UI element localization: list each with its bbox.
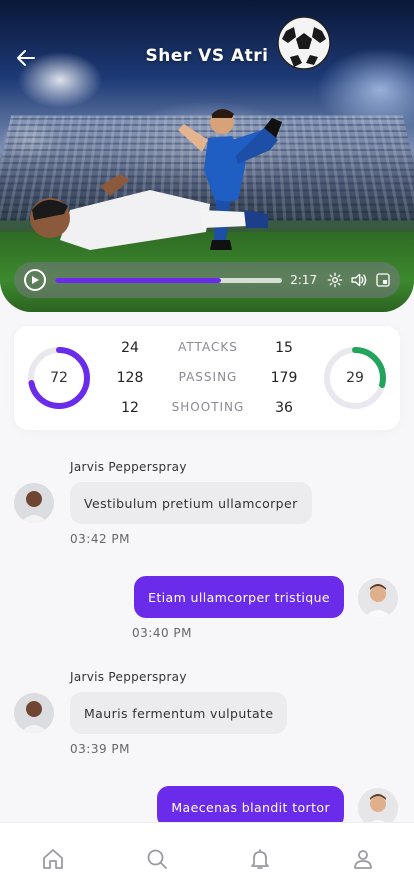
settings-button[interactable] — [326, 271, 344, 289]
volume-icon — [351, 273, 367, 287]
message-bubble[interactable]: Etiam ullamcorper tristique — [134, 576, 344, 618]
progress-bar[interactable] — [54, 277, 283, 283]
avatar[interactable] — [14, 693, 54, 733]
match-stats-card: 72 29 24 ATTACKS 15 128 PASSING 179 12 S… — [14, 326, 400, 430]
play-icon — [31, 276, 39, 284]
player-sliding-image — [30, 174, 268, 250]
bell-icon — [251, 849, 269, 869]
message-bubble[interactable]: Mauris fermentum vulputate — [70, 692, 288, 734]
home-shooting: 12 — [121, 400, 139, 416]
video-hero[interactable]: Sher VS Atri 2:17 — [0, 0, 414, 312]
home-passing: 128 — [116, 370, 144, 386]
message-bubble[interactable]: Vestibulum pretium ullamcorper — [70, 482, 312, 524]
match-title: Sher VS Atri — [145, 46, 269, 66]
home-icon — [43, 849, 63, 869]
avatar[interactable] — [358, 578, 398, 618]
message-time: 03:39 PM — [70, 742, 130, 756]
away-shooting: 36 — [275, 400, 293, 416]
volume-button[interactable] — [350, 271, 368, 289]
stat-label-attacks: ATTACKS — [178, 340, 238, 354]
stat-row-shooting: 12 SHOOTING 36 — [14, 400, 400, 420]
stat-row-attacks: 24 ATTACKS 15 — [14, 340, 400, 360]
bottom-nav — [0, 822, 414, 896]
playback-time: 2:17 — [290, 273, 318, 287]
home-attacks: 24 — [121, 340, 139, 356]
video-controls: 2:17 — [14, 262, 400, 298]
play-button[interactable] — [24, 269, 46, 291]
nav-search[interactable] — [143, 845, 171, 873]
picture-in-picture-icon — [376, 273, 390, 287]
sender-name: Jarvis Pepperspray — [70, 460, 187, 474]
avatar[interactable] — [14, 483, 54, 523]
nav-notifications[interactable] — [246, 845, 274, 873]
avatar-image — [14, 693, 54, 733]
avatar-image — [358, 578, 398, 618]
message-time: 03:42 PM — [70, 532, 130, 546]
away-attacks: 15 — [275, 340, 293, 356]
nav-profile[interactable] — [349, 845, 377, 873]
stat-label-shooting: SHOOTING — [171, 400, 245, 414]
nav-home[interactable] — [39, 845, 67, 873]
pip-button[interactable] — [374, 271, 392, 289]
search-icon — [147, 849, 167, 869]
avatar-image — [14, 483, 54, 523]
progress-fill — [54, 277, 221, 283]
away-passing: 179 — [270, 370, 298, 386]
gear-icon — [327, 272, 343, 288]
stat-label-passing: PASSING — [178, 370, 238, 384]
message-time: 03:40 PM — [132, 626, 192, 640]
stat-row-passing: 128 PASSING 179 — [14, 370, 400, 390]
sender-name: Jarvis Pepperspray — [70, 670, 187, 684]
user-icon — [354, 850, 372, 869]
